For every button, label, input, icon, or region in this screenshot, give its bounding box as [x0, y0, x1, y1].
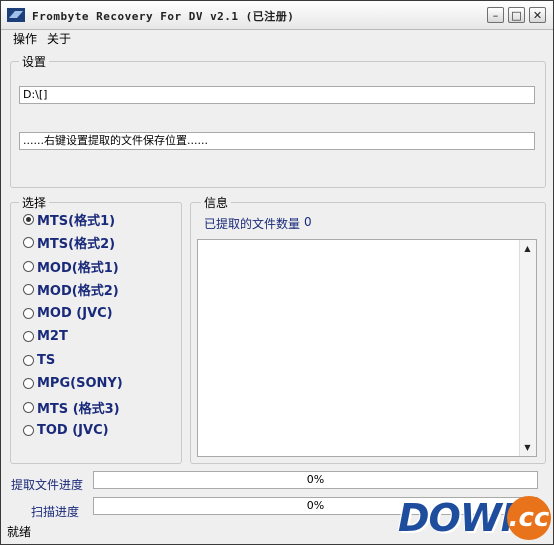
radio-icon	[23, 377, 34, 389]
radio-label: TS	[37, 352, 56, 368]
radio-option[interactable]: TS	[23, 351, 55, 369]
extracted-count-label: 已提取的文件数量	[204, 217, 301, 231]
radio-icon	[23, 260, 34, 272]
radio-option[interactable]: MTS (格式3)	[23, 398, 120, 417]
save-path-field[interactable]: D:\[]	[19, 86, 535, 104]
app-window: Frombyte Recovery For DV v2.1 (已注册) – □ …	[0, 0, 554, 545]
scroll-down-icon[interactable]: ▼	[520, 440, 535, 455]
radio-option[interactable]: M2T	[23, 327, 68, 345]
radio-label: TOD (JVC)	[37, 422, 109, 438]
radio-label: MOD(格式1)	[37, 260, 119, 276]
radio-option[interactable]: MOD (JVC)	[23, 304, 113, 322]
scan-progress-label: 扫描进度	[31, 505, 80, 519]
radio-icon	[23, 401, 34, 413]
extracted-count-value: 0	[304, 215, 312, 229]
radio-icon	[23, 307, 34, 319]
radio-checked-icon	[23, 213, 34, 225]
radio-option[interactable]: TOD (JVC)	[23, 421, 109, 439]
radio-label: M2T	[37, 328, 68, 344]
radio-label: MTS(格式2)	[37, 236, 116, 252]
select-group-label: 选择	[19, 194, 50, 211]
radio-option[interactable]: MTS(格式2)	[23, 233, 116, 252]
radio-icon	[23, 236, 34, 248]
status-text: 就绪	[7, 525, 32, 539]
radio-label: MPG(SONY)	[37, 375, 123, 391]
radio-label: MOD(格式2)	[37, 283, 119, 299]
radio-label: MOD (JVC)	[37, 305, 113, 321]
title-bar[interactable]: Frombyte Recovery For DV v2.1 (已注册) – □ …	[1, 1, 553, 30]
info-group-label: 信息	[201, 194, 232, 211]
close-button[interactable]: ✕	[529, 7, 546, 23]
radio-icon	[23, 283, 34, 295]
radio-icon	[23, 424, 34, 436]
radio-option[interactable]: MPG(SONY)	[23, 374, 123, 392]
radio-option[interactable]: MOD(格式2)	[23, 280, 119, 299]
watermark-suffix: .cc	[507, 496, 551, 540]
settings-group-label: 设置	[19, 53, 50, 70]
radio-option[interactable]: MOD(格式1)	[23, 257, 119, 276]
scroll-up-icon[interactable]: ▲	[520, 241, 535, 256]
watermark-logo: DOWN .cc	[392, 494, 552, 543]
radio-label: MTS (格式3)	[37, 401, 120, 417]
window-title: Frombyte Recovery For DV v2.1 (已注册)	[32, 10, 295, 23]
menu-bar: 操作 关于	[1, 29, 553, 47]
radio-option[interactable]: MTS(格式1)	[23, 210, 116, 229]
extract-progress-bar: 0%	[93, 471, 538, 489]
radio-icon	[23, 354, 34, 366]
menu-about[interactable]: 关于	[47, 30, 71, 47]
radio-label: MTS(格式1)	[37, 213, 116, 229]
extract-progress-label: 提取文件进度	[11, 478, 84, 492]
log-scrollbar[interactable]: ▲ ▼	[519, 240, 536, 456]
menu-operate[interactable]: 操作	[13, 30, 37, 47]
info-log[interactable]: ▲ ▼	[197, 239, 537, 457]
minimize-button[interactable]: –	[487, 7, 504, 23]
save-hint-field[interactable]: ......右键设置提取的文件保存位置......	[19, 132, 535, 150]
app-icon	[7, 8, 25, 22]
radio-icon	[23, 330, 34, 342]
maximize-button[interactable]: □	[508, 7, 525, 23]
settings-group: 设置	[10, 53, 546, 188]
